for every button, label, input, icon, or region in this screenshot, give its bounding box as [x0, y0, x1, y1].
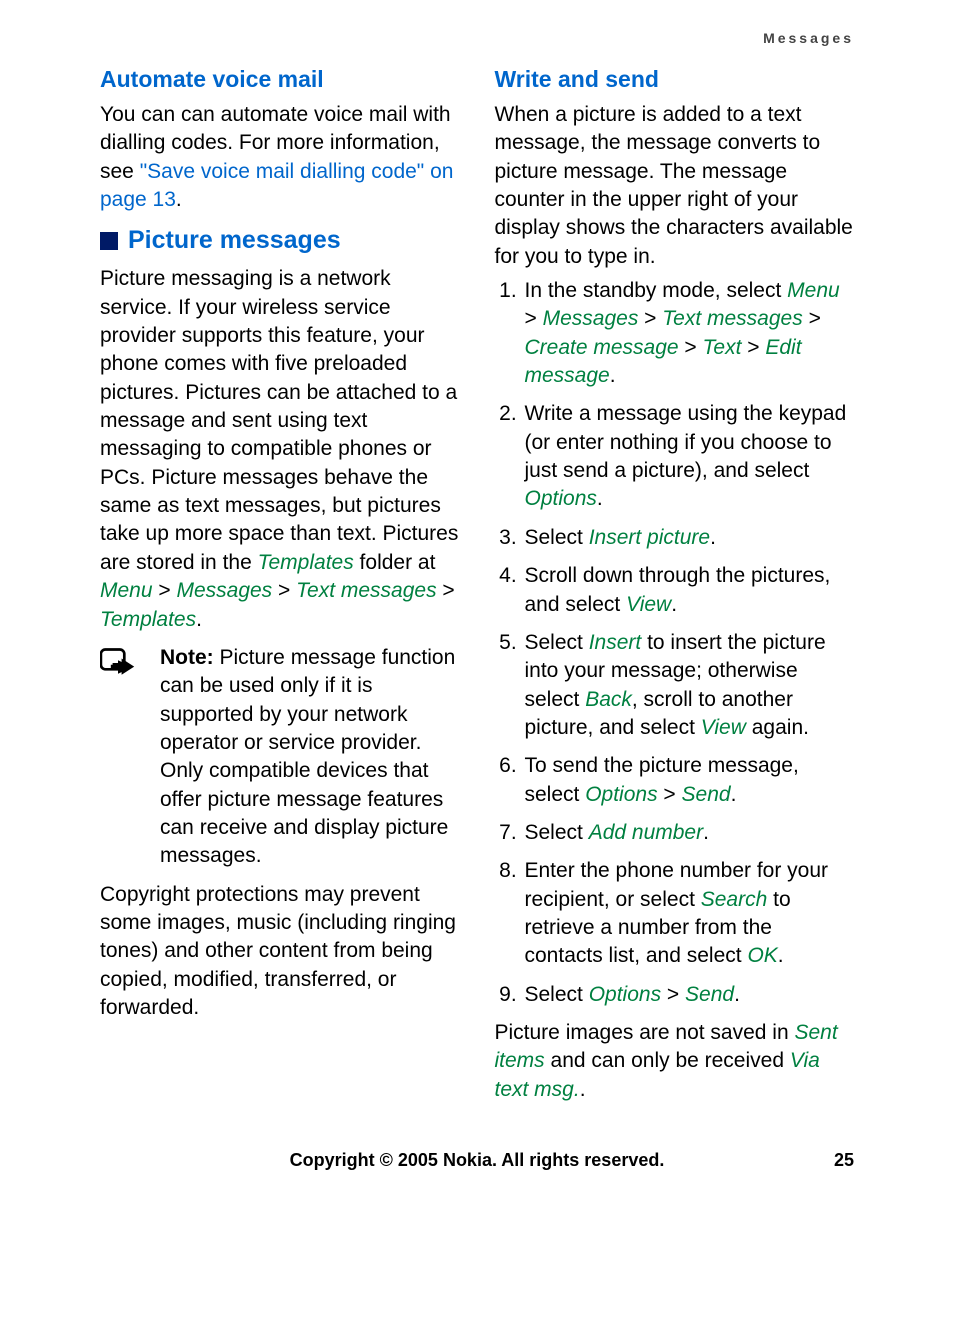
- menu-item: Create message: [525, 336, 679, 359]
- menu-item: Insert: [589, 631, 642, 654]
- text: .: [671, 593, 677, 616]
- heading-picture-messages: Picture messages: [100, 226, 460, 255]
- text: Select: [525, 821, 589, 844]
- text: .: [597, 487, 603, 510]
- text: Scroll down through the pictures, and se…: [525, 564, 831, 615]
- para-copyright-protection: Copyright protections may prevent some i…: [100, 881, 460, 1023]
- footer-page-number: 25: [794, 1150, 854, 1171]
- heading-write-and-send: Write and send: [495, 66, 855, 93]
- text: .: [734, 983, 740, 1006]
- heading-automate-voice-mail: Automate voice mail: [100, 66, 460, 93]
- note-text: Picture message function can be used onl…: [160, 646, 455, 867]
- para-write-intro: When a picture is added to a text messag…: [495, 101, 855, 271]
- menu-sep: >: [153, 579, 177, 602]
- menu-item: Back: [585, 688, 632, 711]
- text: .: [176, 188, 182, 211]
- menu-sep: >: [437, 579, 455, 602]
- menu-sep: >: [803, 307, 821, 330]
- menu-sep: >: [679, 336, 703, 359]
- menu-item: View: [626, 593, 671, 616]
- text: .: [778, 944, 784, 967]
- text: Select: [525, 983, 589, 1006]
- note-body: Note: Picture message function can be us…: [160, 644, 460, 871]
- menu-item: Send: [682, 783, 731, 806]
- menu-sep: >: [661, 983, 685, 1006]
- menu-item: Search: [701, 888, 768, 911]
- note-label: Note:: [160, 646, 220, 669]
- menu-item: Messages: [543, 307, 639, 330]
- list-item: Select Insert to insert the picture into…: [523, 629, 855, 742]
- text: Write a message using the keypad (or ent…: [525, 402, 847, 482]
- note-box: Note: Picture message function can be us…: [100, 644, 460, 871]
- list-item: Write a message using the keypad (or ent…: [523, 400, 855, 513]
- footer-copyright: Copyright © 2005 Nokia. All rights reser…: [160, 1150, 794, 1171]
- right-column: Write and send When a picture is added t…: [495, 56, 855, 1110]
- text: Picture images are not saved in: [495, 1021, 795, 1044]
- list-item: In the standby mode, select Menu > Messa…: [523, 277, 855, 390]
- text: .: [703, 821, 709, 844]
- page-footer: Copyright © 2005 Nokia. All rights reser…: [100, 1150, 854, 1181]
- section-bullet-icon: [100, 232, 118, 250]
- menu-item: Text: [703, 336, 742, 359]
- menu-item: Text messages: [662, 307, 802, 330]
- text: .: [610, 364, 616, 387]
- text: again.: [746, 716, 809, 739]
- menu-item: Options: [589, 983, 661, 1006]
- text: .: [710, 526, 716, 549]
- menu-sep: >: [658, 783, 682, 806]
- left-column: Automate voice mail You can can automate…: [100, 56, 460, 1110]
- list-item: To send the picture message, select Opti…: [523, 752, 855, 809]
- para-picture-saved: Picture images are not saved in Sent ite…: [495, 1019, 855, 1104]
- menu-sep: >: [638, 307, 662, 330]
- steps-list: In the standby mode, select Menu > Messa…: [495, 277, 855, 1009]
- menu-item: View: [701, 716, 746, 739]
- menu-item: Send: [685, 983, 734, 1006]
- text: .: [196, 608, 202, 631]
- text: and can only be received: [545, 1049, 790, 1072]
- link-save-voice-mail[interactable]: "Save voice mail dialling code" on page …: [100, 160, 453, 211]
- para-picture-messaging: Picture messaging is a network service. …: [100, 265, 460, 633]
- text: Picture messaging is a network service. …: [100, 267, 458, 573]
- menu-item: Add number: [589, 821, 703, 844]
- menu-item: Options: [525, 487, 597, 510]
- text: Select: [525, 526, 589, 549]
- list-item: Scroll down through the pictures, and se…: [523, 562, 855, 619]
- text: .: [731, 783, 737, 806]
- menu-sep: >: [525, 307, 543, 330]
- menu-item: Options: [585, 783, 657, 806]
- heading-text: Picture messages: [128, 226, 341, 255]
- menu-templates2: Templates: [100, 608, 196, 631]
- menu-sep: >: [272, 579, 296, 602]
- menu-templates: Templates: [258, 551, 354, 574]
- text: .: [580, 1078, 586, 1101]
- note-arrow-icon: [100, 648, 136, 678]
- text: In the standby mode, select: [525, 279, 788, 302]
- text: folder at: [354, 551, 436, 574]
- text: Select: [525, 631, 589, 654]
- menu-item: Insert picture: [589, 526, 710, 549]
- page-header-section: Messages: [100, 30, 854, 46]
- list-item: Select Add number.: [523, 819, 855, 847]
- menu-menu: Menu: [100, 579, 153, 602]
- list-item: Select Insert picture.: [523, 524, 855, 552]
- menu-text-messages: Text messages: [296, 579, 436, 602]
- menu-sep: >: [741, 336, 765, 359]
- list-item: Select Options > Send.: [523, 981, 855, 1009]
- para-automate-intro: You can can automate voice mail with dia…: [100, 101, 460, 214]
- menu-messages: Messages: [176, 579, 272, 602]
- menu-item: OK: [747, 944, 777, 967]
- menu-item: Menu: [787, 279, 840, 302]
- list-item: Enter the phone number for your recipien…: [523, 857, 855, 970]
